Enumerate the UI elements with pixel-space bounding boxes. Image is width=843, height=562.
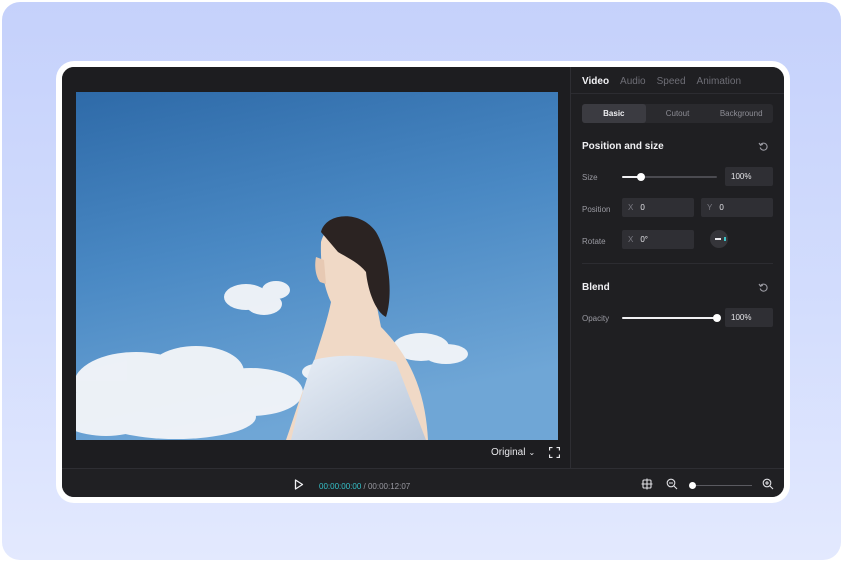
video-editor-app: Original ⌄ Video Audio Speed Animation B… [62,67,784,497]
zoom-in-icon[interactable] [762,478,774,490]
property-tabs: Video Audio Speed Animation [582,76,741,94]
zoom-out-icon[interactable] [666,478,678,490]
playback-bar: 00:00:00:00 / 00:00:12:07 [62,468,784,497]
blend-title: Blend [582,282,610,293]
size-label: Size [582,173,598,182]
fullscreen-icon[interactable] [549,447,560,458]
rotate-value: 0° [640,235,648,244]
position-x-value: 0 [640,203,645,212]
x-axis-label: X [628,203,634,212]
fit-to-screen-icon[interactable] [641,478,653,490]
opacity-slider[interactable] [622,314,721,322]
zoom-slider-handle[interactable] [689,482,696,489]
size-slider[interactable] [622,173,717,181]
blend-reset-icon[interactable] [758,282,769,293]
video-preview-image[interactable] [76,92,558,440]
size-value: 100% [731,172,752,181]
position-size-title: Position and size [582,141,664,152]
reset-icon[interactable] [758,141,769,152]
size-value-input[interactable]: 100% [725,167,773,186]
tab-audio[interactable]: Audio [620,76,646,94]
rotate-dial-icon[interactable] [710,230,728,248]
timecode: 00:00:00:00 / 00:00:12:07 [319,482,410,491]
preview-area: Original ⌄ [62,67,570,468]
subtab-basic[interactable]: Basic [582,104,646,123]
opacity-value: 100% [731,313,752,322]
opacity-label: Opacity [582,314,610,323]
tabs-underline-divider [571,93,784,94]
size-slider-handle[interactable] [637,173,645,181]
position-x-input[interactable]: X 0 [622,198,694,217]
total-time: 00:00:12:07 [367,482,411,491]
time-separator: / [363,482,366,491]
y-axis-label: Y [707,203,713,212]
subtab-cutout[interactable]: Cutout [646,104,710,123]
section-divider [582,263,773,264]
zoom-slider[interactable] [691,485,752,486]
play-icon[interactable] [294,479,304,490]
tab-video[interactable]: Video [582,76,610,94]
rotate-axis-label: X [628,235,634,244]
position-label: Position [582,205,611,214]
tab-animation[interactable]: Animation [697,76,741,94]
position-y-input[interactable]: Y 0 [701,198,773,217]
aspect-ratio-label: Original [491,447,526,458]
position-y-value: 0 [719,203,724,212]
opacity-slider-fill [622,317,717,319]
rotate-input[interactable]: X 0° [622,230,694,249]
aspect-ratio-dropdown[interactable]: Original ⌄ [491,447,535,458]
opacity-slider-handle[interactable] [713,314,721,322]
current-time: 00:00:00:00 [319,482,362,491]
properties-panel: Video Audio Speed Animation Basic Cutout… [571,67,784,468]
subtab-segmented-control: Basic Cutout Background [582,104,773,123]
rotate-label: Rotate [582,237,606,246]
chevron-down-icon: ⌄ [528,448,536,457]
tab-speed[interactable]: Speed [657,76,686,94]
subtab-background[interactable]: Background [709,104,773,123]
opacity-value-input[interactable]: 100% [725,308,773,327]
